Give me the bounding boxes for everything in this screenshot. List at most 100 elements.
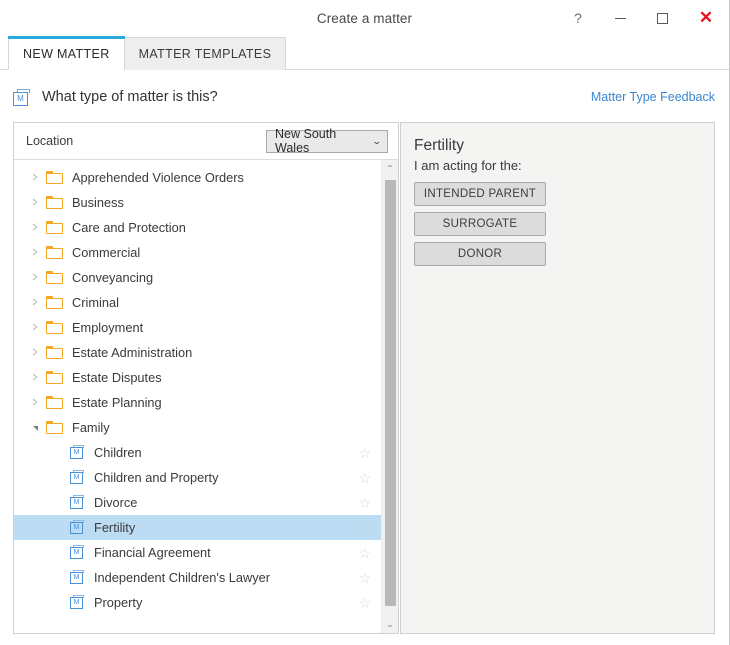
matter-type-feedback-link[interactable]: Matter Type Feedback: [591, 90, 715, 104]
tree-twisty[interactable]: [14, 374, 46, 382]
location-dropdown[interactable]: New South Wales ⌄: [266, 127, 388, 155]
matter-icon: M: [70, 445, 86, 460]
tree-twisty[interactable]: [14, 324, 46, 332]
matter-icon: M: [13, 88, 32, 106]
tree-item-label: Employment: [72, 320, 144, 335]
chevron-right-icon: [33, 174, 38, 182]
tree-item-label: Children and Property: [94, 470, 219, 485]
tree-item-family[interactable]: Family: [14, 415, 381, 440]
scroll-up-arrow-icon[interactable]: ⌃: [378, 160, 398, 177]
scrollbar-thumb[interactable]: [385, 180, 396, 606]
tree-item-label: Family: [72, 420, 110, 435]
folder-icon: [46, 271, 63, 284]
tree-item-label: Property: [94, 595, 143, 610]
window-controls: ? ✕: [557, 0, 729, 36]
tab-strip: NEW MATTER MATTER TEMPLATES: [0, 36, 729, 71]
tree-item-label: Independent Children's Lawyer: [94, 570, 271, 585]
tree-item-property[interactable]: M Property ☆: [14, 590, 381, 615]
role-button-surrogate[interactable]: SURROGATE: [414, 212, 546, 236]
tree-item-financial-agreement[interactable]: M Financial Agreement ☆: [14, 540, 381, 565]
tree-item-label: Apprehended Violence Orders: [72, 170, 244, 185]
favorite-star-icon[interactable]: ☆: [358, 471, 371, 485]
tree-item-care-and-protection[interactable]: Care and Protection: [14, 215, 381, 240]
folder-icon: [46, 246, 63, 259]
matter-icon: M: [70, 470, 86, 485]
tree-item-label: Financial Agreement: [94, 545, 211, 560]
tree-item-criminal[interactable]: Criminal: [14, 290, 381, 315]
matter-type-tree[interactable]: Apprehended Violence Orders Business Care …: [14, 160, 381, 633]
chevron-down-icon: [32, 426, 38, 431]
location-dropdown-value: New South Wales: [275, 127, 337, 155]
tab-matter-templates[interactable]: MATTER TEMPLATES: [123, 37, 287, 70]
tree-item-conveyancing[interactable]: Conveyancing: [14, 265, 381, 290]
favorite-star-icon[interactable]: ☆: [358, 546, 371, 560]
maximize-button[interactable]: [641, 1, 683, 35]
role-button-intended-parent[interactable]: INTENDED PARENT: [414, 182, 546, 206]
tree-twisty[interactable]: [14, 224, 46, 232]
tree-scrollbar[interactable]: ⌃ ⌄: [381, 160, 398, 633]
favorite-star-icon[interactable]: ☆: [358, 446, 371, 460]
tree-twisty[interactable]: [14, 399, 46, 407]
chevron-right-icon: [33, 249, 38, 257]
maximize-icon: [656, 12, 668, 24]
tree-item-children-and-property[interactable]: M Children and Property ☆: [14, 465, 381, 490]
chevron-right-icon: [33, 199, 38, 207]
location-bar: Location New South Wales ⌄: [14, 123, 398, 160]
scroll-down-arrow-icon[interactable]: ⌄: [378, 616, 398, 633]
tree-item-estate-administration[interactable]: Estate Administration: [14, 340, 381, 365]
tree-item-business[interactable]: Business: [14, 190, 381, 215]
tree-item-label: Commercial: [72, 245, 141, 260]
favorite-star-icon[interactable]: ☆: [358, 496, 371, 510]
chevron-right-icon: [33, 224, 38, 232]
folder-icon: [46, 171, 63, 184]
role-button-donor[interactable]: DONOR: [414, 242, 546, 266]
tree-twisty[interactable]: [14, 249, 46, 257]
content-area: Location New South Wales ⌄ Apprehended V…: [13, 122, 715, 634]
tree-twisty[interactable]: [14, 274, 46, 282]
help-button[interactable]: ?: [557, 1, 599, 35]
tree-item-label: Business: [72, 195, 124, 210]
tree-twisty[interactable]: [14, 349, 46, 357]
tree-item-fertility[interactable]: M Fertility ☆: [14, 515, 381, 540]
tree-twisty[interactable]: [14, 199, 46, 207]
tree-item-divorce[interactable]: M Divorce ☆: [14, 490, 381, 515]
matter-icon: M: [70, 595, 86, 610]
tab-matter-templates-label: MATTER TEMPLATES: [138, 47, 272, 61]
matter-detail-panel: Fertility I am acting for the: INTENDED …: [400, 122, 715, 634]
minimize-button[interactable]: [599, 0, 641, 39]
folder-icon: [46, 346, 63, 359]
tree-item-label: Fertility: [94, 520, 136, 535]
tree-item-label: Criminal: [72, 295, 119, 310]
tree-item-label: Divorce: [94, 495, 138, 510]
matter-icon: M: [70, 570, 86, 585]
tree-item-label: Children: [94, 445, 142, 460]
title-bar: Create a matter ? ✕: [0, 0, 729, 36]
favorite-star-icon[interactable]: ☆: [358, 571, 371, 585]
tree-item-estate-disputes[interactable]: Estate Disputes: [14, 365, 381, 390]
tree-item-independent-children-s-lawyer[interactable]: M Independent Children's Lawyer ☆: [14, 565, 381, 590]
create-matter-window: Create a matter ? ✕ NEW MATTER MATTER TE…: [0, 0, 730, 645]
tree-item-label: Estate Administration: [72, 345, 193, 360]
tree-item-children[interactable]: M Children ☆: [14, 440, 381, 465]
tree-item-employment[interactable]: Employment: [14, 315, 381, 340]
tree-twisty[interactable]: [14, 425, 46, 431]
minimize-icon: [614, 17, 626, 19]
chevron-right-icon: [33, 324, 38, 332]
tree-twisty[interactable]: [14, 299, 46, 307]
tree-item-estate-planning[interactable]: Estate Planning: [14, 390, 381, 415]
tree-item-commercial[interactable]: Commercial: [14, 240, 381, 265]
folder-icon: [46, 221, 63, 234]
favorite-star-icon[interactable]: ☆: [358, 521, 371, 535]
matter-icon: M: [70, 520, 86, 535]
matter-icon: M: [70, 545, 86, 560]
tree-item-apprehended-violence-orders[interactable]: Apprehended Violence Orders: [14, 165, 381, 190]
chevron-right-icon: [33, 374, 38, 382]
matter-icon: M: [70, 495, 86, 510]
tree-scroll-wrapper: Apprehended Violence Orders Business Care …: [14, 160, 398, 633]
matter-icon-letter: M: [17, 93, 24, 103]
close-button[interactable]: ✕: [683, 1, 729, 35]
favorite-star-icon[interactable]: ☆: [358, 596, 371, 610]
tab-new-matter[interactable]: NEW MATTER: [8, 36, 125, 71]
tree-twisty[interactable]: [14, 174, 46, 182]
role-button-group: INTENDED PARENT SURROGATE DONOR: [414, 182, 698, 266]
